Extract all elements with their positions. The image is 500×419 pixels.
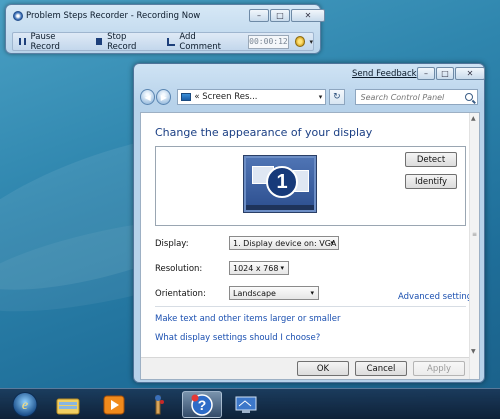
resolution-select[interactable]: 1024 x 768 ▾ (229, 261, 289, 275)
minimize-icon: – (257, 10, 261, 20)
search-icon[interactable] (465, 93, 473, 101)
psr-close-button[interactable]: ✕ (291, 9, 325, 22)
scroll-grip-icon[interactable]: ≡ (472, 231, 477, 238)
vertical-scrollbar[interactable]: ▲ ≡ ▼ (469, 113, 479, 379)
taskbar-media-player[interactable] (94, 391, 134, 418)
search-input[interactable] (360, 92, 471, 102)
psr-caption-buttons: – □ ✕ (248, 9, 325, 22)
monitor-1-preview[interactable]: 1 (244, 156, 316, 212)
cp-minimize-button[interactable]: – (417, 67, 435, 80)
comment-icon (166, 37, 176, 46)
taskbar: e ? (0, 388, 500, 419)
control-panel-icon (181, 93, 192, 101)
close-icon: ✕ (304, 10, 312, 20)
scroll-up-icon[interactable]: ▲ (471, 115, 476, 122)
help-dropdown-arrow-icon[interactable]: ▾ (309, 38, 313, 46)
psr-app-icon (13, 11, 23, 21)
taskbar-control-panel[interactable] (226, 391, 266, 418)
back-button[interactable]: ◀ (140, 89, 156, 105)
monitor-number-badge: 1 (266, 166, 298, 198)
add-comment-label: Add Comment (179, 31, 221, 52)
taskbar-problem-steps-recorder[interactable] (138, 391, 178, 418)
recording-timer: 00:00:12 (247, 34, 290, 49)
divider (155, 306, 466, 307)
display-settings-help-link[interactable]: What display settings should I choose? (155, 333, 320, 343)
svg-text:e: e (22, 398, 28, 413)
maximize-icon: □ (276, 10, 284, 20)
display-label: Display: (155, 239, 189, 249)
monitor-preview-area: 1 Detect Identify (155, 146, 466, 226)
scroll-down-icon[interactable]: ▼ (471, 348, 476, 355)
add-comment-button[interactable]: Add Comment (166, 31, 236, 52)
start-orb-icon[interactable]: e (10, 390, 40, 419)
identify-button[interactable]: Identify (405, 174, 457, 189)
address-breadcrumb[interactable]: « Screen Res... (194, 92, 257, 102)
cp-close-button[interactable]: ✕ (455, 67, 485, 80)
media-player-icon (103, 395, 125, 414)
orientation-label: Orientation: (155, 289, 206, 299)
psr-window: Problem Steps Recorder - Recording Now –… (5, 4, 325, 54)
chevron-down-icon: ▾ (330, 239, 334, 247)
chevron-down-icon: ▾ (280, 264, 284, 272)
send-feedback-link[interactable]: Send Feedback (352, 69, 417, 79)
maximize-icon: □ (441, 68, 449, 78)
dialog-footer: OK Cancel Apply (141, 357, 479, 379)
taskbar-explorer[interactable] (48, 391, 88, 418)
forward-arrow-icon: ▶ (160, 92, 167, 102)
search-box[interactable] (354, 89, 478, 105)
back-arrow-icon: ◀ (144, 92, 151, 102)
pause-record-label: Pause Record (30, 31, 60, 52)
refresh-icon: ↻ (333, 92, 341, 102)
display-select[interactable]: 1. Display device on: VGA ▾ (229, 236, 339, 250)
recorder-tools-icon (155, 394, 164, 414)
advanced-settings-link[interactable]: Advanced settings (398, 292, 477, 302)
display-select-value: 1. Display device on: VGA (233, 238, 337, 248)
taskbar-help-and-support[interactable]: ? (182, 391, 222, 418)
chevron-down-icon: ▾ (310, 289, 314, 297)
pause-record-button[interactable]: Pause Record (19, 32, 84, 52)
display-settings-icon (235, 396, 257, 413)
help-question-icon: ? (191, 393, 213, 416)
orientation-select-value: Landscape (233, 288, 276, 298)
content-pane: Change the appearance of your display 1 … (140, 112, 480, 380)
apply-button[interactable]: Apply (413, 361, 465, 376)
svg-text:?: ? (198, 397, 207, 413)
refresh-button[interactable]: ↻ (329, 89, 345, 105)
navigation-bar: ◀ ▶ « Screen Res... ▾ ↻ (140, 88, 478, 106)
psr-maximize-button[interactable]: □ (270, 9, 290, 22)
help-icon[interactable] (295, 36, 306, 47)
detect-button[interactable]: Detect (405, 152, 457, 167)
psr-toolbar: Pause Record Stop Record Add Comment 00:… (12, 31, 314, 52)
stop-icon (95, 38, 103, 45)
psr-minimize-button[interactable]: – (249, 9, 269, 22)
resolution-label: Resolution: (155, 264, 203, 274)
stop-record-label: Stop Record (107, 31, 137, 52)
folder-icon (56, 398, 80, 414)
pause-icon (19, 38, 26, 45)
text-size-link[interactable]: Make text and other items larger or smal… (155, 314, 340, 324)
forward-button[interactable]: ▶ (156, 89, 172, 105)
ok-button[interactable]: OK (297, 361, 349, 376)
minimize-icon: – (424, 68, 428, 78)
psr-window-title: Problem Steps Recorder - Recording Now (26, 11, 201, 21)
screen-resolution-window: Send Feedback – □ ✕ ◀ ▶ « Screen Res... … (133, 63, 485, 383)
page-title: Change the appearance of your display (155, 126, 373, 139)
cancel-button[interactable]: Cancel (355, 361, 407, 376)
cp-maximize-button[interactable]: □ (436, 67, 454, 80)
resolution-select-value: 1024 x 768 (233, 263, 279, 273)
address-bar[interactable]: « Screen Res... ▾ (177, 89, 327, 105)
cp-caption-buttons: – □ ✕ (416, 67, 485, 80)
stop-record-button[interactable]: Stop Record (95, 31, 155, 52)
orientation-select[interactable]: Landscape ▾ (229, 286, 319, 300)
close-icon: ✕ (466, 68, 474, 78)
address-dropdown-icon[interactable]: ▾ (319, 93, 323, 101)
